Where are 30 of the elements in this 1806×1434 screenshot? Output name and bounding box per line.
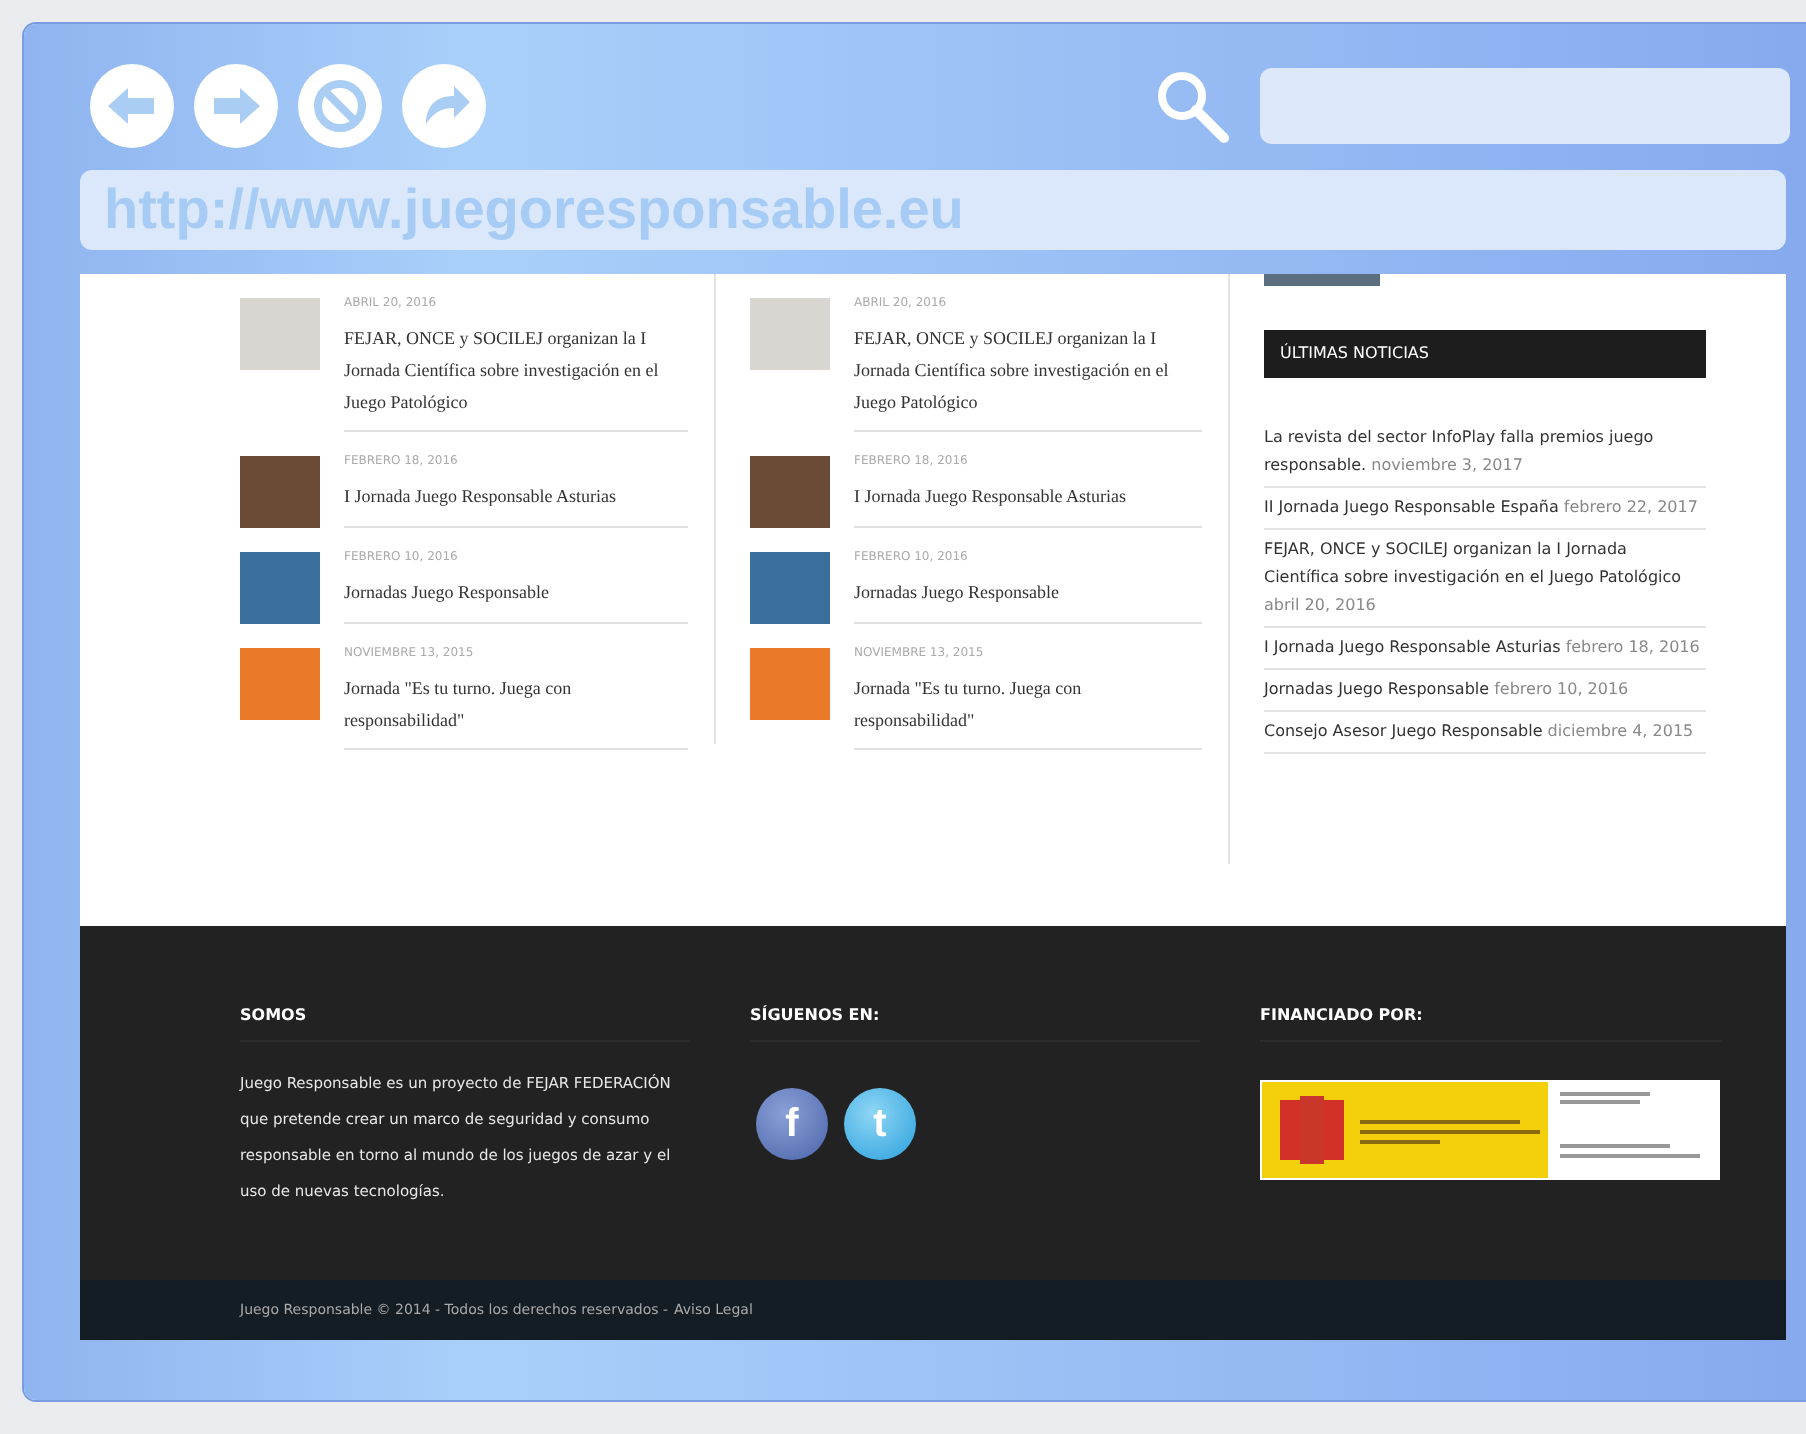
post-title-link[interactable]: Jornadas Juego Responsable [344, 576, 688, 608]
photo-placeholder[interactable] [240, 456, 320, 528]
post-title-link[interactable]: FEJAR, ONCE y SOCILEJ organizan la I Jornada Científica sobre investigación en el Juego Patológico [854, 322, 1202, 418]
photo-placeholder[interactable] [240, 552, 320, 624]
section-heading: ÚLTIMAS NOTICIAS [1264, 330, 1706, 378]
post-title-link[interactable]: Jornada "Es tu turno. Juega con responsabilidad" [854, 672, 1202, 736]
photo-placeholder[interactable] [750, 298, 830, 370]
post-title-link[interactable]: I Jornada Juego Responsable Asturias [854, 480, 1202, 512]
photo-placeholder [1264, 274, 1380, 286]
post-title-link[interactable]: Jornada "Es tu turno. Juega con responsabilidad" [344, 672, 688, 736]
search-icon[interactable] [1152, 66, 1232, 146]
news-link[interactable]: Jornadas Juego Responsable febrero 10, 2016 [1264, 670, 1706, 712]
footer-heading: SOMOS [240, 1006, 690, 1042]
news-link[interactable]: I Jornada Juego Responsable Asturias febrero 18, 2016 [1264, 628, 1706, 670]
post-title-link[interactable]: Jornadas Juego Responsable [854, 576, 1202, 608]
photo-placeholder[interactable] [750, 552, 830, 624]
news-link[interactable]: FEJAR, ONCE y SOCILEJ organizan la I Jornada Científica sobre investigación en el Juego Patológico abril 20, 2016 [1264, 530, 1706, 628]
search-field[interactable] [1260, 68, 1790, 144]
photo-placeholder[interactable] [240, 298, 320, 370]
footer-heading: FINANCIADO POR: [1260, 1006, 1722, 1042]
news-link[interactable]: La revista del sector InfoPlay falla premios juego responsable. noviembre 3, 2017 [1264, 418, 1706, 488]
news-link[interactable]: II Jornada Juego Responsable España febrero 22, 2017 [1264, 488, 1706, 530]
photo-placeholder[interactable] [750, 456, 830, 528]
stop-icon[interactable] [298, 64, 382, 148]
news-link[interactable]: Consejo Asesor Juego Responsable diciembre 4, 2015 [1264, 712, 1706, 754]
photo-placeholder[interactable] [750, 648, 830, 720]
footer-heading: SÍGUENOS EN: [750, 1006, 1200, 1042]
post-title-link[interactable]: I Jornada Juego Responsable Asturias [344, 480, 688, 512]
photo-placeholder[interactable] [240, 648, 320, 720]
post-title-link[interactable]: FEJAR, ONCE y SOCILEJ organizan la I Jornada Científica sobre investigación en el Juego Patológico [344, 322, 688, 418]
